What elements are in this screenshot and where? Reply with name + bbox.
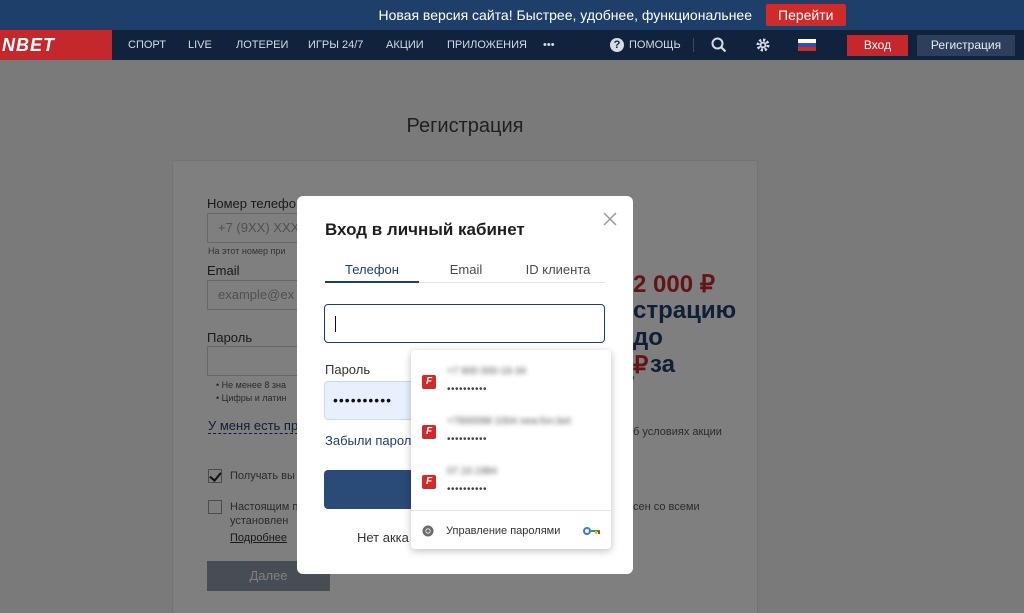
modal-password-label: Пароль: [325, 362, 371, 377]
gear-icon[interactable]: [755, 37, 771, 53]
autofill-password: ••••••••••: [447, 434, 488, 445]
login-button[interactable]: Вход: [847, 35, 908, 56]
nav-more-icon[interactable]: •••: [543, 30, 555, 60]
forgot-password-link[interactable]: Забыли парол: [325, 433, 411, 448]
nav-help[interactable]: ? ПОМОЩЬ: [610, 37, 681, 53]
chrome-icon: [422, 525, 434, 537]
autofill-entry[interactable]: F 07.10.1984 ••••••••••: [411, 454, 611, 504]
nav-item-live[interactable]: LIVE: [188, 30, 212, 60]
nav-item-lotteries[interactable]: ЛОТЕРЕИ: [236, 30, 288, 60]
promo-banner-text: Новая версия сайта! Быстрее, удобнее, фу…: [378, 7, 753, 23]
autofill-entry[interactable]: F +7900098 1004 new.fon.bet ••••••••••: [411, 404, 611, 454]
active-tab-indicator: [325, 281, 419, 283]
autofill-username: +7 900 000-16-34: [447, 366, 527, 377]
text-caret: [335, 316, 336, 332]
promo-banner: Новая версия сайта! Быстрее, удобнее, фу…: [0, 0, 1024, 30]
tab-phone[interactable]: Телефон: [325, 262, 419, 277]
register-button[interactable]: Регистрация: [917, 35, 1015, 56]
autofill-username: 07.10.1984: [447, 466, 498, 477]
autofill-dropdown: F +7 900 000-16-34 •••••••••• F +7900098…: [411, 350, 611, 549]
nav-item-apps[interactable]: ПРИЛОЖЕНИЯ: [447, 30, 527, 60]
modal-title: Вход в личный кабинет: [325, 220, 525, 239]
autofill-username: +7900098 1004 new.fon.bet: [447, 416, 571, 427]
key-icon: [583, 527, 600, 535]
no-account-text: Нет акка: [357, 530, 409, 545]
manage-passwords-link[interactable]: Управление паролями: [446, 525, 560, 537]
promo-go-button[interactable]: Перейти: [766, 4, 846, 26]
search-icon[interactable]: [711, 37, 727, 53]
tab-client-id[interactable]: ID клиента: [511, 262, 605, 277]
help-icon: ?: [610, 38, 624, 52]
site-favicon-icon: F: [422, 425, 436, 439]
main-nav: NBET СПОРТ LIVE ЛОТЕРЕИ ИГРЫ 24/7 АКЦИИ …: [0, 30, 1024, 60]
tab-email[interactable]: Email: [419, 262, 513, 277]
autofill-entry[interactable]: F +7 900 000-16-34 ••••••••••: [411, 354, 611, 404]
nav-item-promotions[interactable]: АКЦИИ: [386, 30, 424, 60]
flag-ru-icon[interactable]: [798, 39, 816, 51]
autofill-password: ••••••••••: [447, 384, 488, 395]
site-favicon-icon: F: [422, 475, 436, 489]
close-icon[interactable]: [601, 210, 619, 228]
autofill-password: ••••••••••: [447, 484, 488, 495]
phone-input[interactable]: [324, 304, 605, 343]
site-favicon-icon: F: [422, 375, 436, 389]
nav-help-label: ПОМОЩЬ: [629, 39, 681, 51]
nav-item-sport[interactable]: СПОРТ: [128, 30, 166, 60]
site-logo[interactable]: NBET: [0, 30, 112, 60]
nav-item-games[interactable]: ИГРЫ 24/7: [308, 30, 363, 60]
nav-divider: [693, 38, 694, 52]
autofill-divider: [411, 510, 611, 511]
